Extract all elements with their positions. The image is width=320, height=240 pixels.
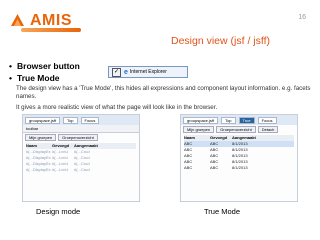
editor-tabbar: groupspace.jsff Top Focus (23, 115, 139, 125)
file-tab: groupspace.jsff (25, 116, 61, 124)
bullet-browser-button: Browser button (9, 60, 80, 72)
top-button: Top (221, 116, 236, 124)
slide-title: Design view (jsf / jsff) (171, 35, 270, 47)
browser-button[interactable]: ✓ e Internet Explorer (108, 66, 188, 78)
tab-groepenoverzicht: Groepenoverzicht (58, 134, 98, 141)
bullet-true-mode: True Mode (9, 72, 80, 84)
subtabs: Mijn groepen Groepenoverzicht (23, 133, 139, 142)
design-mode-caption: Design mode (36, 207, 81, 216)
slide: AMIS 16 Design view (jsf / jsff) Browser… (0, 0, 320, 240)
checkbox-icon: ✓ (112, 67, 121, 77)
design-table: Naam Gevoegd Aangemaakt #{...DisplayEx #{… (26, 143, 136, 173)
tab-mijn-groepen: Mijn groepen (183, 126, 215, 133)
tab-mijn-groepen: Mijn groepen (25, 134, 57, 141)
focus-button: Focus (80, 116, 100, 124)
browser-button-label: Internet Explorer (129, 69, 167, 75)
file-tab: groupspace.jsff (183, 116, 219, 124)
logo-mark-icon (11, 14, 24, 26)
toolbar-label: toolbar (23, 125, 139, 133)
page-number: 16 (298, 14, 306, 21)
tab-groepenoverzicht: Groepenoverzicht (216, 126, 256, 133)
focus-button: Focus (257, 116, 277, 124)
true-mode-caption: True Mode (204, 207, 240, 216)
top-button: Top (63, 116, 78, 124)
internet-explorer-icon: e (124, 68, 128, 76)
logo-swoosh (21, 28, 81, 32)
description: The design view has a 'True Mode', this … (16, 85, 316, 115)
table-row: ABC ABC 8/1/2013 (184, 165, 248, 170)
table-row: #{...DisplayEx #{...LvnU #{...Crud (26, 167, 90, 172)
true-table: Naam Gevoegd Aangemaakt ABC ABC 8/1/2013 A… (184, 135, 294, 171)
bullet-list: Browser button True Mode (9, 60, 80, 84)
subtabs: Mijn groepen Groepenoverzicht Detach (181, 125, 297, 134)
design-mode-screenshot: groupspace.jsff Top Focus toolbar Mijn g… (22, 114, 140, 202)
true-mode-screenshot: groupspace.jsff Top True Focus Mijn groe… (180, 114, 298, 202)
editor-tabbar: groupspace.jsff Top True Focus (181, 115, 297, 125)
paragraph: The design view has a 'True Mode', this … (16, 85, 311, 100)
paragraph: It gives a more realistic view of what t… (16, 104, 218, 111)
detach-label: Detach (257, 126, 279, 133)
amis-logo: AMIS (9, 6, 99, 36)
true-mode-button: True (238, 116, 255, 124)
